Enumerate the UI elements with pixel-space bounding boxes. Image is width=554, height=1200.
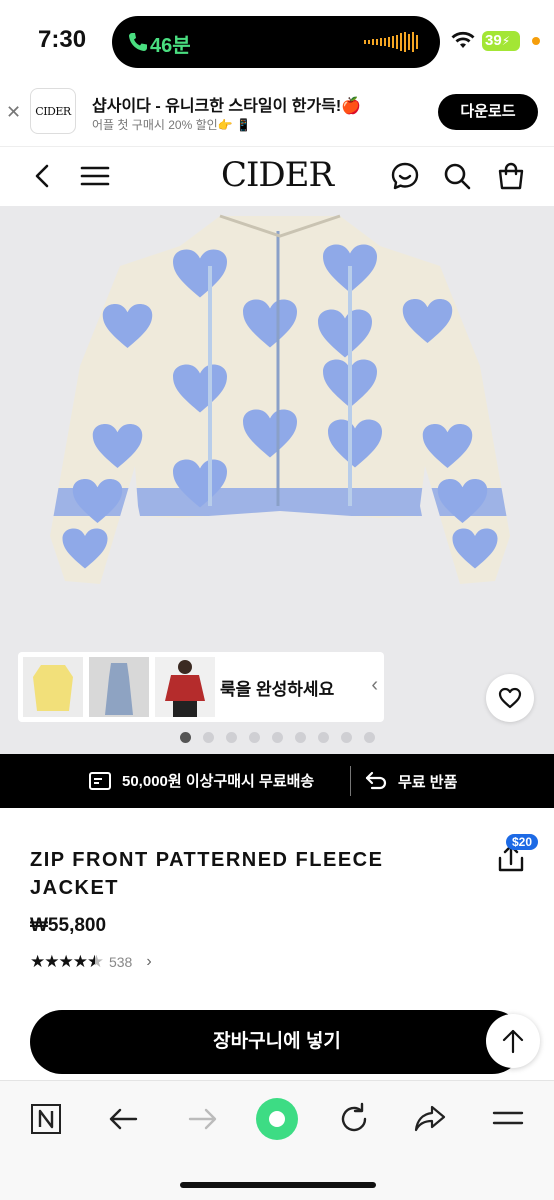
- battery-indicator: 39⚡: [482, 31, 520, 51]
- return-arrow-icon: [365, 771, 387, 790]
- pagination-dot[interactable]: [225, 732, 237, 743]
- share-arrow-icon[interactable]: [412, 1101, 448, 1137]
- look-thumb-red-sweater[interactable]: [155, 657, 215, 717]
- pagination-dot[interactable]: [340, 732, 352, 743]
- shopping-bag-icon[interactable]: [496, 161, 526, 191]
- pagination-dot[interactable]: [271, 732, 283, 743]
- app-download-banner: ✕ CIDER 샵사이다 - 유니크한 스타일이 한가득!🍎 어플 첫 구매시 …: [0, 80, 554, 146]
- site-header: CIDER: [0, 146, 554, 204]
- search-icon[interactable]: [442, 161, 472, 191]
- truck-icon: [89, 771, 111, 790]
- status-bar: 7:30 46분 39⚡: [0, 0, 554, 80]
- chevron-right-icon: ›: [146, 953, 152, 970]
- product-image: [50, 214, 510, 584]
- hamburger-menu-icon[interactable]: [490, 1101, 526, 1137]
- product-rating[interactable]: ★★★★★★ 538 ›: [30, 952, 152, 972]
- pagination-dot[interactable]: [248, 732, 260, 743]
- banner-close-icon[interactable]: ✕: [6, 102, 21, 123]
- arrow-up-icon: [502, 1029, 524, 1054]
- forward-arrow-icon[interactable]: [184, 1101, 220, 1137]
- pagination-dot[interactable]: [202, 732, 214, 743]
- home-indicator[interactable]: [180, 1182, 376, 1188]
- pagination-dot[interactable]: [294, 732, 306, 743]
- naver-n-icon[interactable]: [28, 1101, 64, 1137]
- look-thumb-blue-dress[interactable]: [89, 657, 149, 717]
- back-arrow-icon[interactable]: [106, 1101, 142, 1137]
- battery-level: 39: [485, 32, 502, 49]
- scroll-top-button[interactable]: [486, 1014, 540, 1068]
- call-duration: 46분: [150, 35, 191, 57]
- privacy-dot: [532, 37, 540, 45]
- chat-icon[interactable]: [390, 161, 420, 191]
- status-time: 7:30: [38, 26, 87, 53]
- pagination-dot[interactable]: [179, 732, 191, 743]
- free-returns-text: 무료 반품: [398, 773, 458, 791]
- banner-subtitle: 어플 첫 구매시 20% 할인👉 📱: [92, 118, 251, 132]
- wishlist-button[interactable]: [486, 674, 534, 722]
- product-price: ₩55,800: [30, 915, 107, 936]
- app-logo: CIDER: [30, 88, 76, 134]
- download-button[interactable]: 다운로드: [438, 94, 538, 130]
- review-count: 538: [108, 954, 133, 970]
- product-title: ZIP FRONT PATTERNED FLEECE JACKET: [30, 849, 384, 899]
- chevron-left-icon[interactable]: ‹: [371, 674, 378, 697]
- dynamic-island[interactable]: 46분: [112, 16, 440, 68]
- wifi-icon: [451, 31, 475, 48]
- audio-wave-icon: [364, 32, 418, 52]
- free-returns-info: 무료 반품: [364, 770, 457, 792]
- pagination-dot[interactable]: [363, 732, 375, 743]
- pagination-dot[interactable]: [317, 732, 329, 743]
- green-dot-home-icon[interactable]: [254, 1096, 300, 1142]
- heart-icon: [498, 687, 522, 709]
- gallery-pagination[interactable]: [0, 732, 554, 743]
- product-gallery[interactable]: 룩을 완성하세요 ‹: [0, 206, 554, 754]
- free-shipping-info: 50,000원 이상구매시 무료배송: [88, 770, 314, 791]
- look-thumb-yellow-top[interactable]: [23, 657, 83, 717]
- phone-icon: [129, 33, 147, 51]
- complete-look-label: 룩을 완성하세요: [220, 680, 335, 699]
- share-reward-badge[interactable]: $20: [506, 834, 539, 850]
- promo-bar: 50,000원 이상구매시 무료배송 무료 반품: [0, 754, 554, 808]
- promo-divider: [350, 766, 351, 796]
- reload-icon[interactable]: [336, 1101, 372, 1137]
- rating-stars: ★★★★★★: [30, 952, 103, 971]
- add-to-cart-button[interactable]: 장바구니에 넣기: [30, 1010, 524, 1074]
- complete-the-look-bar[interactable]: 룩을 완성하세요 ‹: [18, 652, 384, 722]
- banner-title: 샵사이다 - 유니크한 스타일이 한가득!🍎: [92, 98, 362, 115]
- free-shipping-text: 50,000원 이상구매시 무료배송: [122, 773, 315, 790]
